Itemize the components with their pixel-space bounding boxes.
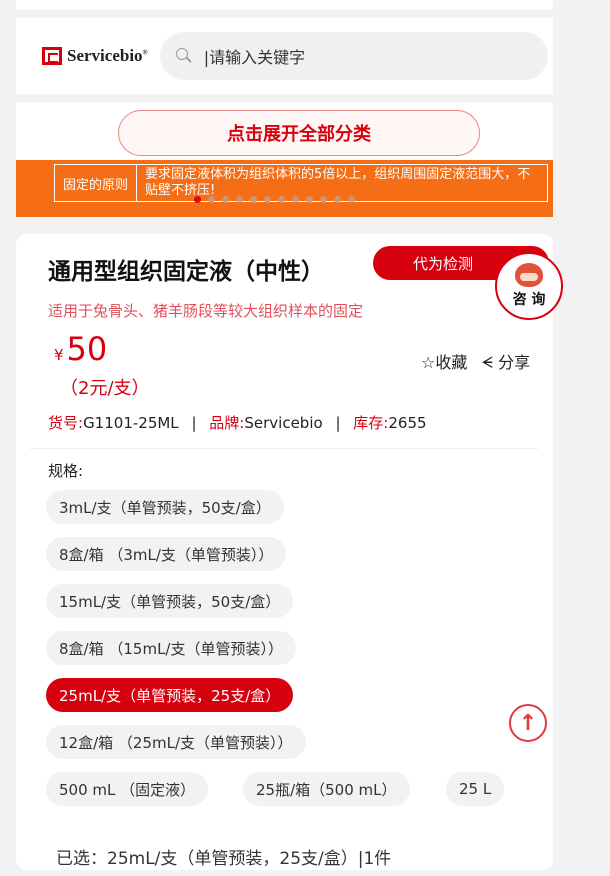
- brand-value: Servicebio: [244, 414, 323, 432]
- spec-option[interactable]: 15mL/支（单管预装，50支/盒）: [46, 584, 294, 618]
- spec-option[interactable]: 25瓶/箱（500 mL）: [243, 772, 410, 806]
- expand-categories-button[interactable]: 点击展开全部分类: [118, 110, 480, 156]
- product-actions: ☆收藏 ᗕ 分享: [421, 349, 530, 373]
- brand-label: 品牌:: [209, 414, 245, 432]
- detect-label: 代为检测: [413, 254, 474, 273]
- logo-mark-icon: [42, 47, 62, 65]
- consult-label: 咨 询: [512, 292, 546, 308]
- search-placeholder: |请输入关键字: [203, 48, 306, 67]
- selected-summary: 已选：25mL/支（单管预装，25支/盒）|1件: [56, 849, 392, 869]
- sku-value: G1101-25ML: [83, 414, 179, 432]
- arrow-up-icon: ↑: [518, 710, 538, 736]
- carousel-dot[interactable]: [236, 196, 243, 203]
- top-strip: [16, 0, 553, 10]
- product-meta: 货号:G1101-25ML | 品牌:Servicebio | 库存:2655: [48, 412, 427, 433]
- spec-option[interactable]: 500 mL （固定液）: [46, 772, 209, 806]
- carousel-dot[interactable]: [194, 196, 201, 203]
- meta-separator: |: [335, 414, 341, 432]
- search-input[interactable]: |请输入关键字: [159, 32, 548, 80]
- meta-separator: |: [191, 414, 197, 432]
- search-icon: [175, 48, 192, 64]
- stock-label: 库存:: [353, 414, 389, 432]
- carousel-dot[interactable]: [292, 196, 299, 203]
- logo-text: Servicebio®: [67, 46, 148, 65]
- banner-key: 固定的原则: [55, 165, 138, 201]
- carousel-dot[interactable]: [306, 196, 313, 203]
- favorite-button[interactable]: ☆收藏: [421, 349, 467, 373]
- unit-price: （2元/支）: [60, 378, 150, 399]
- stock-value: 2655: [388, 414, 427, 432]
- carousel-dot[interactable]: [278, 196, 285, 203]
- carousel-dot[interactable]: [264, 196, 271, 203]
- consult-button[interactable]: 咨 询: [495, 252, 563, 320]
- carousel-dot[interactable]: [208, 196, 215, 203]
- carousel-dot[interactable]: [250, 196, 257, 203]
- carousel-dot[interactable]: [222, 196, 229, 203]
- carousel-dot[interactable]: [320, 196, 327, 203]
- carousel-dot[interactable]: [334, 196, 341, 203]
- carousel-dot[interactable]: [348, 196, 355, 203]
- category-panel: 点击展开全部分类 固定的原则 要求固定液体积为组织体积的5倍以上，组织周围固定液…: [16, 102, 553, 217]
- carousel-dots[interactable]: [194, 196, 355, 203]
- spec-option[interactable]: 25mL/支（单管预装，25支/盒）: [46, 678, 294, 712]
- share-button[interactable]: ᗕ 分享: [481, 349, 530, 373]
- spec-option[interactable]: 8盒/箱 （3mL/支（单管预装））: [46, 537, 287, 571]
- spec-option[interactable]: 25 L: [446, 772, 505, 806]
- divider: [30, 448, 538, 449]
- product-card: 通用型组织固定液（中性） 代为检测 咨 询 适用于兔骨头、猪羊肠段等较大组织样本…: [16, 234, 563, 870]
- price-value: 50: [66, 330, 108, 368]
- price: ¥ 50: [54, 330, 107, 368]
- spec-option[interactable]: 8盒/箱 （15mL/支（单管预装））: [46, 631, 296, 665]
- mascot-icon: [515, 263, 543, 287]
- product-subtitle: 适用于兔骨头、猪羊肠段等较大组织样本的固定: [48, 302, 364, 320]
- promo-banner[interactable]: 固定的原则 要求固定液体积为组织体积的5倍以上，组织周围固定液范围大，不贴壁不挤…: [16, 160, 553, 217]
- spec-option[interactable]: 12盒/箱 （25mL/支（单管预装））: [46, 725, 306, 759]
- share-icon: ᗕ: [481, 353, 493, 372]
- currency-symbol: ¥: [54, 346, 64, 364]
- spec-option[interactable]: 3mL/支（单管预装，50支/盒）: [46, 490, 284, 524]
- servicebio-logo[interactable]: Servicebio®: [42, 46, 148, 66]
- header-bar: Servicebio® |请输入关键字: [16, 18, 553, 94]
- back-to-top-button[interactable]: ↑: [509, 704, 547, 742]
- sku-label: 货号:: [48, 414, 84, 432]
- spec-label: 规格:: [48, 462, 84, 480]
